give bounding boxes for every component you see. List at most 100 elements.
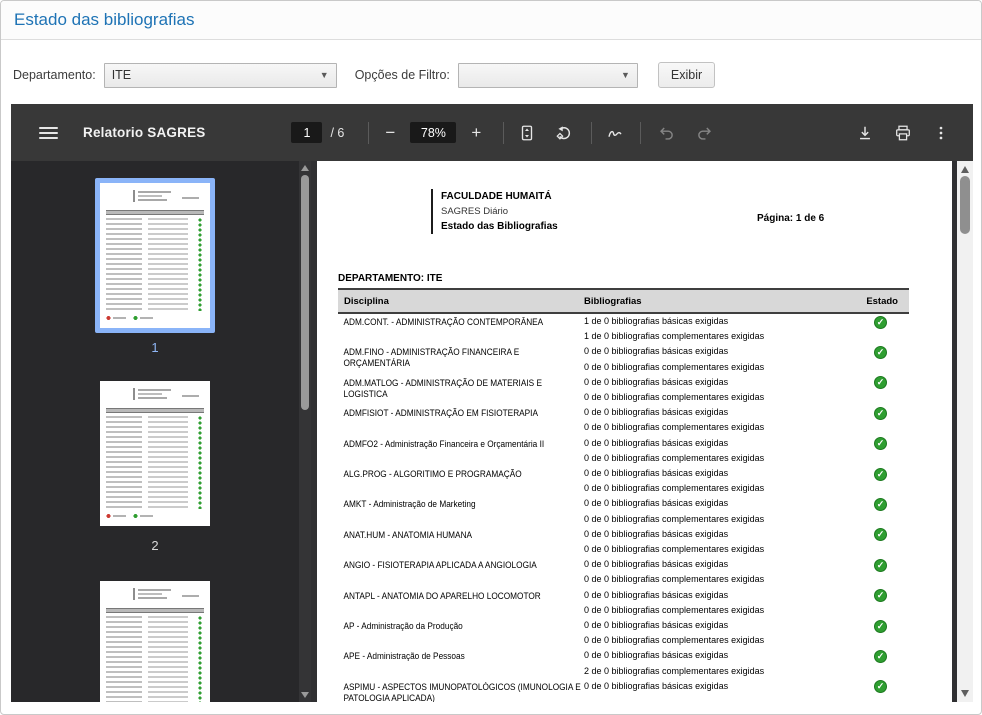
thumbnail-page-1[interactable]: 1 <box>95 178 215 355</box>
bibliography-cell: 0 de 0 bibliografias básicas exigidas 0 … <box>584 496 845 526</box>
scroll-down-icon[interactable] <box>301 692 309 698</box>
discipline-name: AMKT - Administração de Marketing <box>338 496 584 510</box>
discipline-name: AP - Administração da Produção <box>338 618 584 632</box>
department-select[interactable]: ITE ▼ <box>104 63 337 88</box>
table-row: ANTAPL - ANATOMIA DO APARELHO LOCOMOTOR … <box>338 588 909 618</box>
system-name: SAGRES Diário <box>441 204 558 219</box>
document-header: FACULDADE HUMAITÁ SAGRES Diário Estado d… <box>431 189 558 234</box>
basic-bibliography-count: 0 de 0 bibliografias básicas exigidas <box>584 557 845 572</box>
scroll-up-icon[interactable] <box>301 165 309 171</box>
hamburger-icon <box>39 124 58 142</box>
basic-bibliography-count: 1 de 0 bibliografias básicas exigidas <box>584 314 845 329</box>
discipline-name: ADMFISIOT - ADMINISTRAÇÃO EM FISIOTERAPI… <box>338 405 584 419</box>
discipline-name: ADM.FINO - ADMINISTRAÇÃO FINANCEIRA E OR… <box>338 344 584 369</box>
thumbnail-header-lines <box>107 190 203 205</box>
scroll-up-icon[interactable] <box>961 166 969 173</box>
status-cell: ✓ <box>845 588 909 603</box>
bibliography-cell: 0 de 0 bibliografias básicas exigidas 0 … <box>584 436 845 466</box>
basic-bibliography-count: 0 de 0 bibliografias básicas exigidas <box>584 466 845 481</box>
thumbnail-legend <box>106 511 204 521</box>
thumbnail-page-3[interactable]: 3 <box>95 576 215 702</box>
chevron-down-icon: ▼ <box>621 70 630 80</box>
status-ok-icon: ✓ <box>874 437 887 450</box>
bibliography-cell: 0 de 0 bibliografias básicas exigidas 0 … <box>584 618 845 648</box>
status-ok-icon: ✓ <box>874 498 887 511</box>
chevron-down-icon: ▼ <box>320 70 329 80</box>
thumbnail-border <box>95 376 215 531</box>
status-cell: ✓ <box>845 527 909 542</box>
thumbnail-preview <box>100 581 210 702</box>
status-cell: ✓ <box>845 436 909 451</box>
table-row: ADM.CONT. - ADMINISTRAÇÃO CONTEMPORÂNEA … <box>338 314 909 344</box>
status-cell: ✓ <box>845 344 909 359</box>
menu-button[interactable] <box>36 121 60 145</box>
complementary-bibliography-count: 0 de 0 bibliografias complementares exig… <box>584 390 845 405</box>
thumbnail-table-band <box>106 608 204 613</box>
document-table-rows: ADM.CONT. - ADMINISTRAÇÃO CONTEMPORÂNEA … <box>338 314 909 702</box>
zoom-level-display: 78% <box>410 122 456 143</box>
department-label: Departamento: <box>13 68 96 82</box>
more-options-button[interactable] <box>929 121 953 145</box>
thumbnail-preview <box>100 381 210 526</box>
complementary-bibliography-count: 1 de 0 bibliografias complementares exig… <box>584 329 845 344</box>
basic-bibliography-count: 0 de 0 bibliografias básicas exigidas <box>584 375 845 390</box>
status-ok-icon: ✓ <box>874 589 887 602</box>
bibliography-cell: 0 de 0 bibliografias básicas exigidas 0 … <box>584 405 845 435</box>
table-row: ASPIMU - ASPECTOS IMUNOPATOLÓGICOS (IMUN… <box>338 679 909 702</box>
print-button[interactable] <box>891 121 915 145</box>
complementary-bibliography-count: 0 de 0 bibliografias complementares exig… <box>584 603 845 618</box>
status-cell: ✓ <box>845 648 909 663</box>
zoom-out-button[interactable]: − <box>378 121 402 145</box>
thumbnail-scrollbar[interactable] <box>299 161 311 702</box>
complementary-bibliography-count: 0 de 0 bibliografias complementares exig… <box>584 360 845 375</box>
annotate-button[interactable] <box>603 121 627 145</box>
status-cell: ✓ <box>845 557 909 572</box>
thumbnail-page-2[interactable]: 2 <box>95 376 215 553</box>
filter-toolbar: Departamento: ITE ▼ Opções de Filtro: ▼ … <box>1 40 981 104</box>
discipline-name: ASPIMU - ASPECTOS IMUNOPATOLÓGICOS (IMUN… <box>338 679 584 702</box>
discipline-name: ADM.MATLOG - ADMINISTRAÇÃO DE MATERIAIS … <box>338 375 584 400</box>
download-button[interactable] <box>853 121 877 145</box>
scroll-down-icon[interactable] <box>961 690 969 697</box>
discipline-name: ADM.CONT. - ADMINISTRAÇÃO CONTEMPORÂNEA <box>338 314 584 328</box>
status-cell: ✓ <box>845 375 909 390</box>
report-title: Estado das Bibliografias <box>441 219 558 234</box>
print-icon <box>894 124 912 142</box>
status-cell: ✓ <box>845 618 909 633</box>
pdf-document-title: Relatorio SAGRES <box>83 125 205 140</box>
status-cell: ✓ <box>845 496 909 511</box>
page-title: Estado das bibliografias <box>14 10 195 30</box>
discipline-name: ANTAPL - ANATOMIA DO APARELHO LOCOMOTOR <box>338 588 584 602</box>
redo-button[interactable] <box>693 121 717 145</box>
undo-button[interactable] <box>654 121 678 145</box>
basic-bibliography-count: 0 de 0 bibliografias básicas exigidas <box>584 618 845 633</box>
column-header-estado: Estado <box>845 296 909 307</box>
complementary-bibliography-count: 0 de 0 bibliografias complementares exig… <box>584 542 845 557</box>
fit-to-page-button[interactable] <box>515 121 539 145</box>
bibliography-cell: 1 de 0 bibliografias básicas exigidas 1 … <box>584 314 845 344</box>
status-ok-icon: ✓ <box>874 346 887 359</box>
status-cell: ✓ <box>845 466 909 481</box>
page-number-input[interactable] <box>291 122 322 143</box>
undo-icon <box>657 124 675 142</box>
toolbar-divider <box>640 122 641 144</box>
bibliography-cell: 0 de 0 bibliografias básicas exigidas 0 … <box>584 527 845 557</box>
rotate-button[interactable] <box>552 121 576 145</box>
scrollbar-thumb[interactable] <box>960 176 970 234</box>
bibliography-cell: 0 de 0 bibliografias básicas exigidas 2 … <box>584 648 845 678</box>
filter-options-select[interactable]: ▼ <box>458 63 638 88</box>
thumbnail-page-number: 2 <box>151 538 158 553</box>
discipline-name: ALG.PROG - ALGORITIMO E PROGRAMAÇÃO <box>338 466 584 480</box>
vertical-scrollbar[interactable] <box>957 161 973 702</box>
pdf-page: FACULDADE HUMAITÁ SAGRES Diário Estado d… <box>317 161 952 702</box>
zoom-in-button[interactable]: + <box>464 121 488 145</box>
exibir-button[interactable]: Exibir <box>658 62 715 88</box>
basic-bibliography-count: 0 de 0 bibliografias básicas exigidas <box>584 588 845 603</box>
discipline-name: ADMFO2 - Administração Financeira e Orça… <box>338 436 584 450</box>
toolbar-divider <box>503 122 504 144</box>
thumbnail-table-band <box>106 210 204 215</box>
scrollbar-thumb[interactable] <box>301 175 309 410</box>
bibliography-cell: 0 de 0 bibliografias básicas exigidas 0 … <box>584 375 845 405</box>
discipline-name: ANAT.HUM - ANATOMIA HUMANA <box>338 527 584 541</box>
complementary-bibliography-count: 0 de 0 bibliografias complementares exig… <box>584 633 845 648</box>
